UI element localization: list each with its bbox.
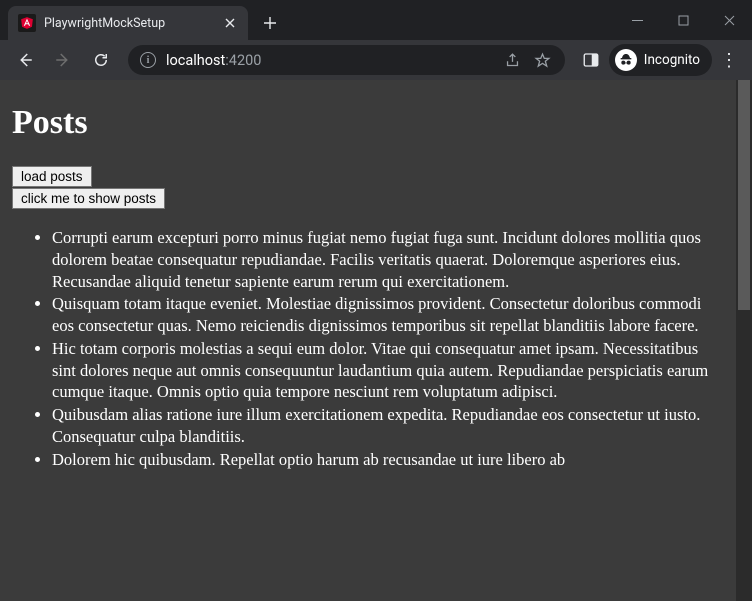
- page-content: Posts load posts click me to show posts …: [0, 80, 736, 601]
- posts-list: Corrupti earum excepturi porro minus fug…: [12, 227, 724, 470]
- url-text: localhost:4200: [166, 52, 493, 69]
- angular-favicon: [18, 14, 36, 32]
- url-port: :4200: [225, 52, 261, 69]
- browser-toolbar: i localhost:4200 Incognito ⋮: [0, 40, 752, 80]
- side-panel-icon[interactable]: [575, 44, 607, 76]
- close-window-button[interactable]: [706, 0, 752, 40]
- scrollbar-thumb[interactable]: [738, 80, 750, 310]
- minimize-button[interactable]: [614, 0, 660, 40]
- bookmark-star-icon[interactable]: [533, 52, 553, 69]
- incognito-label: Incognito: [644, 52, 700, 68]
- incognito-icon: [615, 49, 637, 71]
- show-posts-button[interactable]: click me to show posts: [12, 188, 165, 209]
- list-item: Hic totam corporis molestias a sequi eum…: [52, 338, 724, 403]
- new-tab-button[interactable]: [256, 9, 284, 37]
- close-tab-icon[interactable]: [222, 15, 238, 31]
- browser-menu-button[interactable]: ⋮: [714, 50, 744, 71]
- list-item: Quisquam totam itaque eveniet. Molestiae…: [52, 293, 724, 337]
- browser-tab-active[interactable]: PlaywrightMockSetup: [8, 6, 248, 40]
- button-stack: load posts click me to show posts: [12, 166, 724, 209]
- tab-title: PlaywrightMockSetup: [44, 16, 214, 31]
- forward-button[interactable]: [46, 43, 80, 77]
- reload-button[interactable]: [84, 43, 118, 77]
- incognito-indicator[interactable]: Incognito: [609, 44, 712, 76]
- toolbar-right: Incognito ⋮: [575, 44, 744, 76]
- window-controls: [614, 0, 752, 40]
- vertical-scrollbar[interactable]: [736, 80, 752, 601]
- list-item: Corrupti earum excepturi porro minus fug…: [52, 227, 724, 292]
- site-info-icon[interactable]: i: [140, 52, 156, 68]
- url-host: localhost: [166, 52, 225, 69]
- list-item: Quibusdam alias ratione iure illum exerc…: [52, 404, 724, 448]
- page-title: Posts: [12, 104, 724, 142]
- window-titlebar: PlaywrightMockSetup: [0, 0, 752, 40]
- tabs-area: PlaywrightMockSetup: [0, 0, 284, 40]
- load-posts-button[interactable]: load posts: [12, 166, 92, 187]
- share-icon[interactable]: [503, 52, 523, 69]
- list-item: Dolorem hic quibusdam. Repellat optio ha…: [52, 449, 724, 471]
- back-button[interactable]: [8, 43, 42, 77]
- maximize-button[interactable]: [660, 0, 706, 40]
- address-bar[interactable]: i localhost:4200: [128, 45, 565, 75]
- viewport: Posts load posts click me to show posts …: [0, 80, 752, 601]
